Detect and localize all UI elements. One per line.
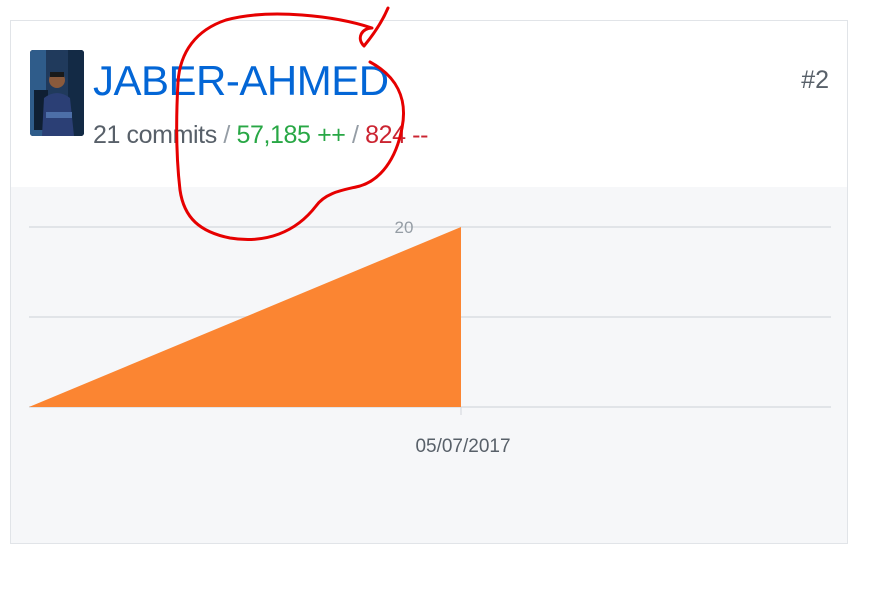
username-link[interactable]: JABER-AHMED [93,57,389,105]
commit-activity-chart: 20 05/07/2017 [11,187,847,543]
additions-count: 57,185 ++ [236,121,346,149]
page: JABER-AHMED 21 commits / 57,185 ++ / 824… [0,0,888,600]
contributor-card: JABER-AHMED 21 commits / 57,185 ++ / 824… [10,20,848,544]
stats-separator: / [216,121,237,149]
contributor-rank: #2 [801,66,829,94]
deletions-count: 824 -- [365,121,429,149]
commits-count: 21 commits [93,121,217,149]
avatar-image [30,50,84,136]
stats-separator-2: / [345,121,366,149]
avatar[interactable] [30,50,84,136]
chart-svg: 20 05/07/2017 [29,218,831,457]
x-tick-label: 05/07/2017 [415,436,510,457]
y-tick-label: 20 [395,218,414,237]
contribution-stats: 21 commits / 57,185 ++ / 824 -- [93,119,428,151]
contributor-header: JABER-AHMED 21 commits / 57,185 ++ / 824… [11,21,847,188]
